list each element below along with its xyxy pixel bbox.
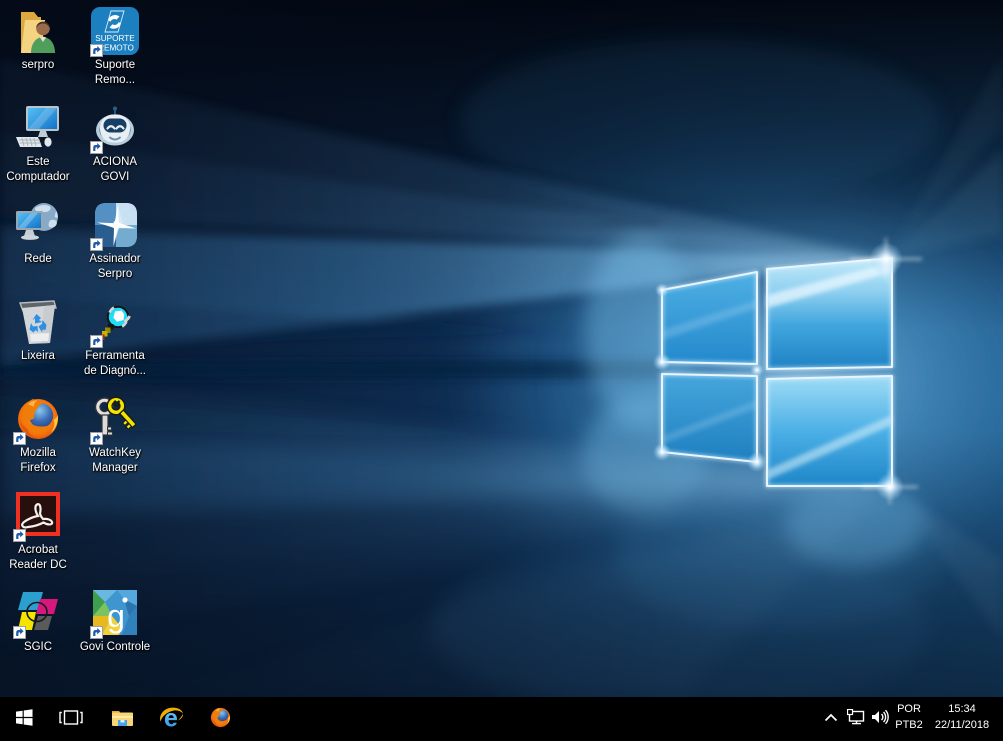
svg-text:SUPORTE: SUPORTE <box>95 34 135 43</box>
svg-text:REMOTO: REMOTO <box>98 44 134 53</box>
svg-text:g: g <box>107 598 125 634</box>
